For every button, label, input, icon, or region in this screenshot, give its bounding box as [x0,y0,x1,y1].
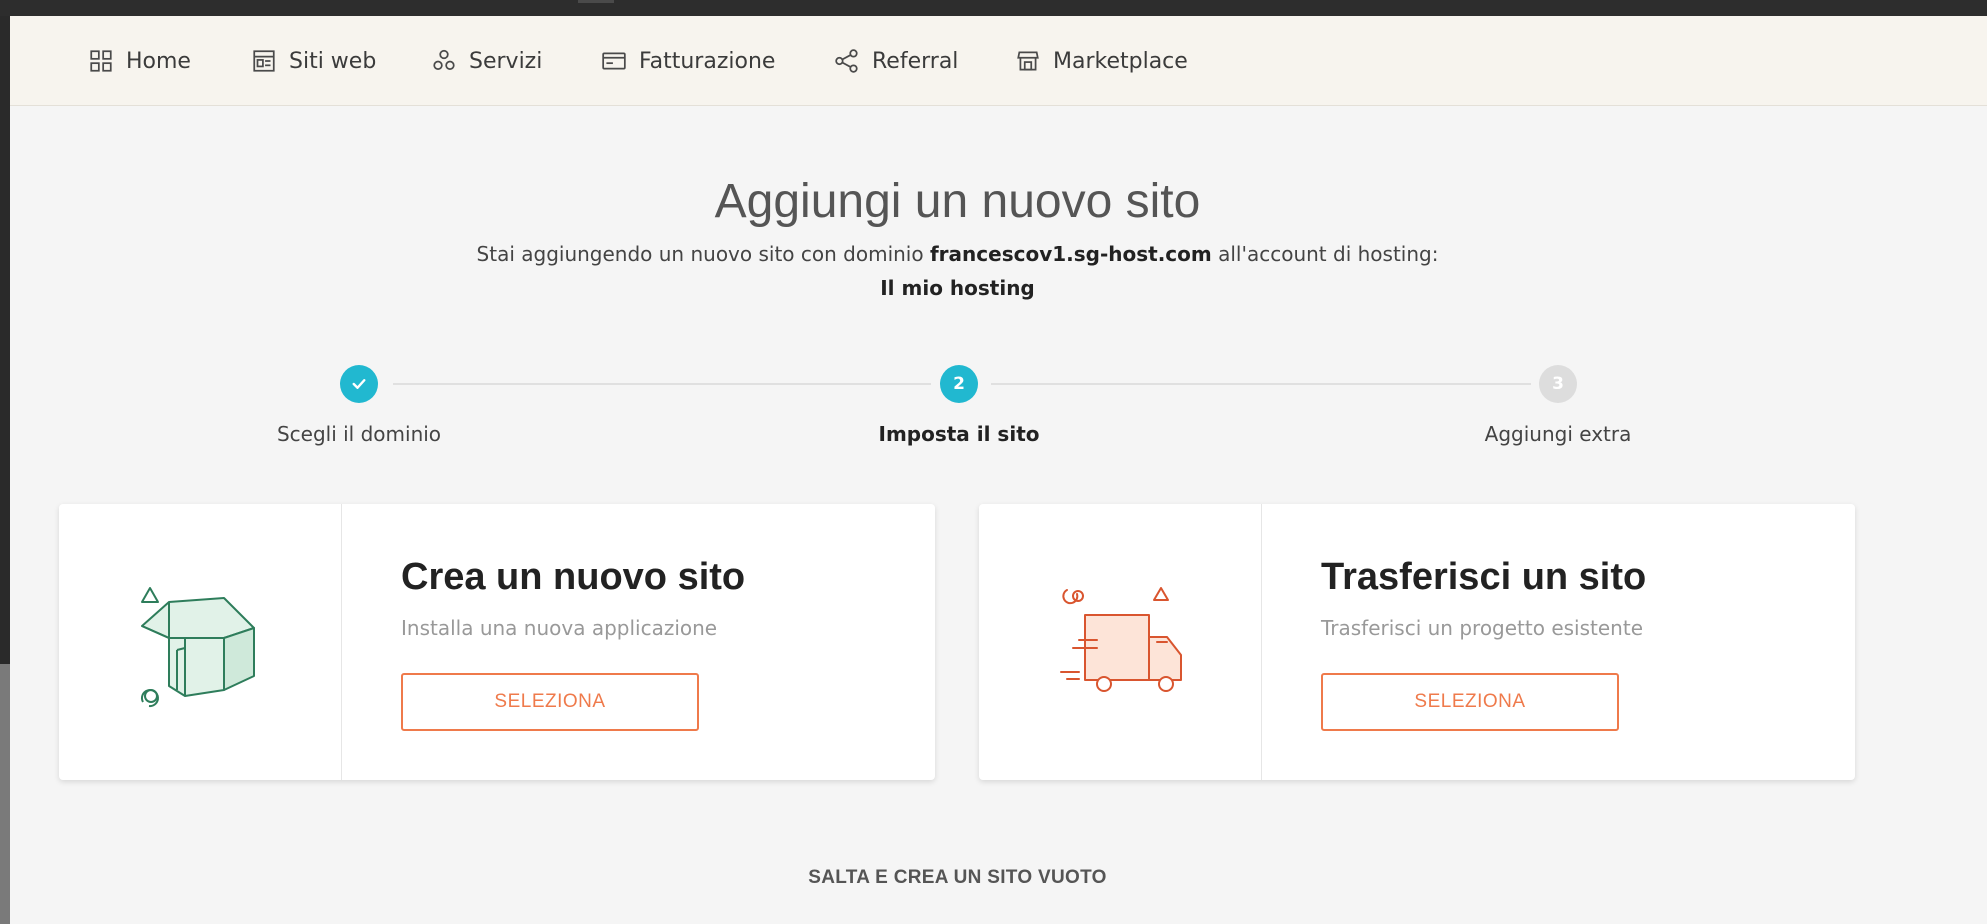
select-create-site-button[interactable]: SELEZIONA [401,673,699,731]
card-description: Trasferisci un progetto esistente [1321,616,1644,640]
house-box-icon [140,587,255,708]
store-icon [1017,51,1039,71]
nav-label: Fatturazione [639,48,776,74]
card-title: Crea un nuovo sito [401,556,746,598]
step-3-label: Aggiungi extra [1484,422,1632,446]
left-edge [0,16,10,924]
grid-icon [90,50,112,72]
nav-item-billing[interactable]: Fatturazione [601,16,775,106]
page-title: Aggiungi un nuovo sito [714,175,1201,228]
top-navigation: Home Siti web Servizi Fatturazione Refer… [10,16,1987,106]
step-2-circle: 2 [940,365,978,403]
nav-label: Referral [872,48,959,74]
nav-item-referral[interactable]: Referral [834,16,958,106]
hosting-account-name: Il mio hosting [880,276,1035,300]
browser-top-bar [0,0,1987,16]
step-2-label: Imposta il sito [878,422,1040,446]
nav-label: Servizi [469,48,543,74]
card-description: Installa una nuova applicazione [401,616,718,640]
nav-label: Marketplace [1053,48,1188,74]
step-3-circle: 3 [1539,365,1577,403]
page-subtitle: Stai aggiungendo un nuovo sito con domin… [476,242,1439,266]
transfer-site-card[interactable]: Trasferisci un sito Trasferisci un proge… [979,504,1855,780]
nav-item-marketplace[interactable]: Marketplace [1015,16,1188,106]
billing-card-icon [602,52,626,70]
nav-item-websites[interactable]: Siti web [251,16,376,106]
app-window: Home Siti web Servizi Fatturazione Refer… [10,16,1987,924]
services-icon [433,49,455,70]
share-icon [835,49,858,73]
tab-hint [578,0,614,3]
delivery-truck-icon [1060,587,1182,692]
nav-label: Siti web [289,48,377,74]
stepper-line [991,383,1531,385]
card-title: Trasferisci un sito [1321,556,1647,598]
nav-item-home[interactable]: Home [88,16,191,106]
check-icon [352,379,366,389]
nav-item-services[interactable]: Servizi [431,16,542,106]
website-icon [253,50,275,72]
domain-name: francescov1.sg-host.com [929,242,1212,266]
step-1-label: Scegli il dominio [276,422,442,446]
stepper-line [393,383,931,385]
create-site-card[interactable]: Crea un nuovo sito Installa una nuova ap… [59,504,935,780]
step-1-circle [340,365,378,403]
select-transfer-site-button[interactable]: SELEZIONA [1321,673,1619,731]
skip-create-empty-site-link[interactable]: SALTA E CREA UN SITO VUOTO [10,867,1905,889]
nav-label: Home [126,48,191,74]
